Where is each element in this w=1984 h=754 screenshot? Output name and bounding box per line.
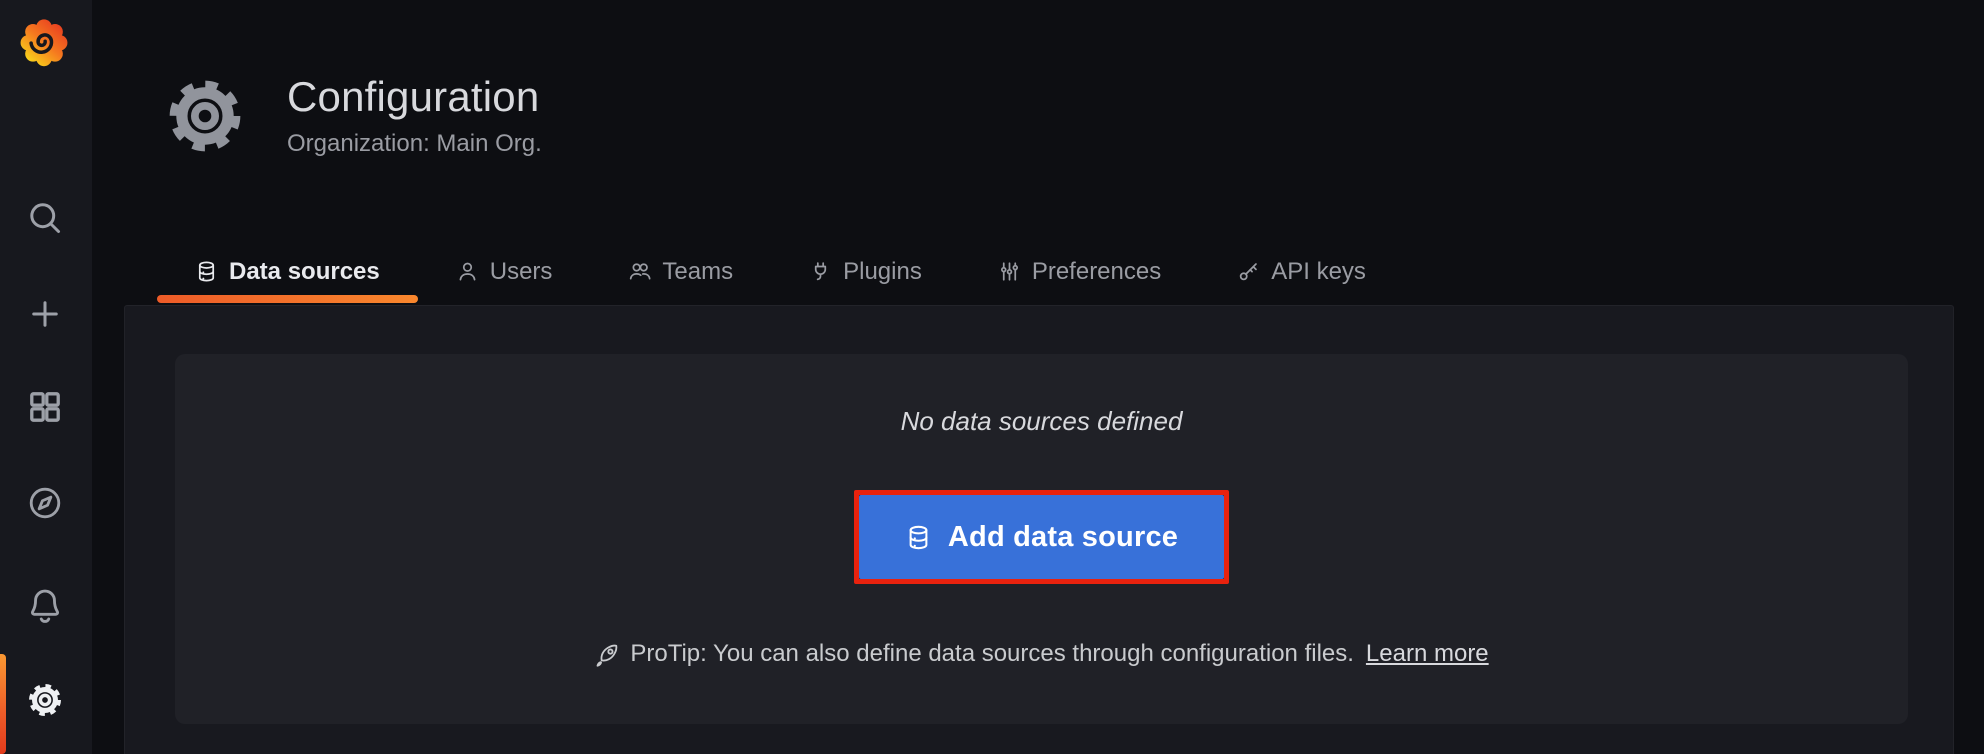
header-text: Configuration Organization: Main Org. xyxy=(287,73,542,158)
database-icon xyxy=(195,260,218,283)
gear-icon[interactable] xyxy=(26,681,64,719)
tab-preferences[interactable]: Preferences xyxy=(960,240,1199,303)
tab-label: Data sources xyxy=(229,258,380,286)
page-subtitle: Organization: Main Org. xyxy=(287,130,542,158)
protip-text: ProTip: You can also define data sources… xyxy=(630,640,1354,668)
compass-icon[interactable] xyxy=(27,485,63,521)
tab-users[interactable]: Users xyxy=(418,240,591,303)
users-icon xyxy=(628,260,651,283)
gear-icon xyxy=(163,74,247,158)
sliders-icon xyxy=(998,260,1021,283)
grafana-logo[interactable] xyxy=(19,17,69,67)
empty-list-cta: No data sources defined Add data source … xyxy=(175,354,1908,724)
tab-label: Users xyxy=(490,258,553,286)
user-icon xyxy=(456,260,479,283)
tab-label: Plugins xyxy=(843,258,922,286)
sidebar-active-indicator xyxy=(0,654,6,754)
rocket-icon xyxy=(594,641,621,668)
add-button-label: Add data source xyxy=(948,521,1178,554)
tab-plugins[interactable]: Plugins xyxy=(771,240,960,303)
bell-icon[interactable] xyxy=(27,587,63,623)
plug-icon xyxy=(809,260,832,283)
tab-bar: Data sources Users Teams Plugins Pre xyxy=(157,240,1404,303)
tab-teams[interactable]: Teams xyxy=(590,240,771,303)
tab-api-keys[interactable]: API keys xyxy=(1199,240,1404,303)
tab-label: Teams xyxy=(662,258,733,286)
sidebar xyxy=(0,0,92,754)
search-icon[interactable] xyxy=(27,200,63,236)
dashboards-grid-icon[interactable] xyxy=(27,389,63,425)
database-icon xyxy=(905,524,932,551)
tab-data-sources[interactable]: Data sources xyxy=(157,240,418,303)
tab-label: Preferences xyxy=(1032,258,1161,286)
protip-row: ProTip: You can also define data sources… xyxy=(594,640,1488,668)
add-data-source-button[interactable]: Add data source xyxy=(859,495,1224,579)
plus-icon[interactable] xyxy=(27,296,63,332)
page-header: Configuration Organization: Main Org. xyxy=(163,73,542,158)
content-panel: No data sources defined Add data source … xyxy=(124,305,1954,754)
page-title: Configuration xyxy=(287,73,542,121)
learn-more-link[interactable]: Learn more xyxy=(1366,640,1489,668)
red-highlight-box: Add data source xyxy=(854,490,1229,584)
empty-state-message: No data sources defined xyxy=(901,406,1183,437)
tab-label: API keys xyxy=(1271,258,1366,286)
key-icon xyxy=(1237,260,1260,283)
